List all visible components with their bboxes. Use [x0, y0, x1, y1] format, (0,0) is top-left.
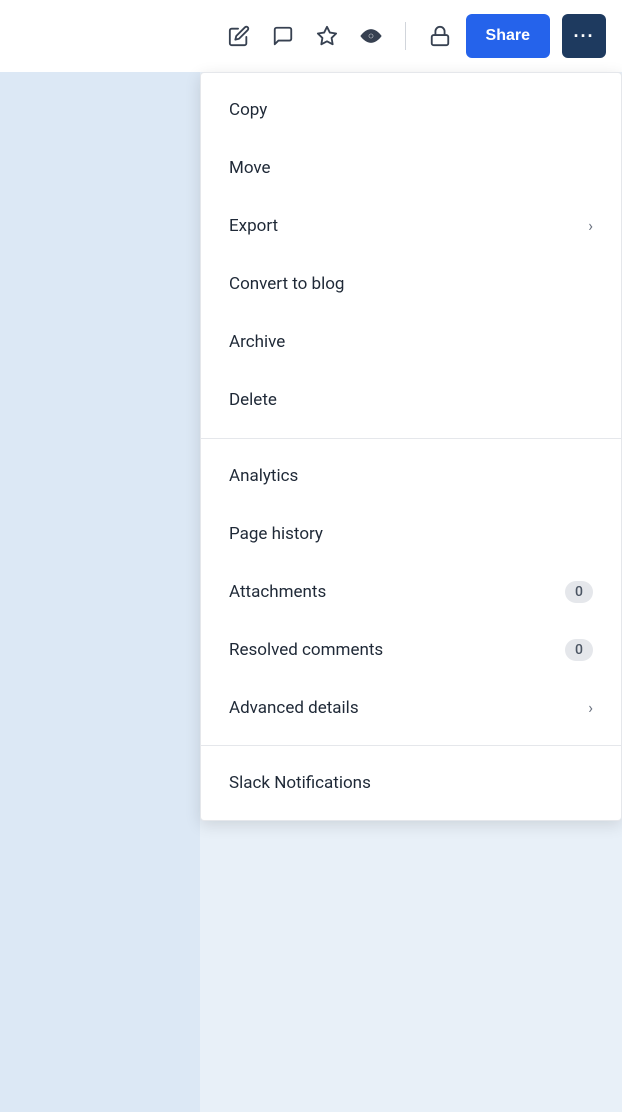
toolbar-divider — [405, 22, 406, 50]
menu-item-delete[interactable]: Delete — [201, 371, 621, 429]
export-chevron-icon: › — [588, 216, 593, 237]
toolbar: Share ··· — [0, 0, 622, 72]
menu-item-resolved-comments[interactable]: Resolved comments 0 — [201, 621, 621, 679]
menu-section-1: Copy Move Export › Convert to blog Archi… — [201, 73, 621, 438]
share-button[interactable]: Share — [466, 14, 550, 58]
dropdown-menu: Copy Move Export › Convert to blog Archi… — [200, 72, 622, 821]
menu-item-export[interactable]: Export › — [201, 197, 621, 255]
menu-item-advanced-details[interactable]: Advanced details › — [201, 679, 621, 737]
edit-icon[interactable] — [225, 22, 253, 50]
star-icon[interactable] — [313, 22, 341, 50]
lock-icon[interactable] — [426, 22, 454, 50]
menu-item-move[interactable]: Move — [201, 139, 621, 197]
watch-icon[interactable] — [357, 22, 385, 50]
advanced-details-chevron-icon: › — [588, 698, 593, 719]
menu-section-3: Slack Notifications — [201, 745, 621, 820]
more-button[interactable]: ··· — [562, 14, 606, 58]
menu-item-page-history[interactable]: Page history — [201, 505, 621, 563]
menu-item-archive[interactable]: Archive — [201, 313, 621, 371]
more-dots-label: ··· — [574, 26, 595, 47]
comment-icon[interactable] — [269, 22, 297, 50]
menu-item-analytics[interactable]: Analytics — [201, 447, 621, 505]
menu-item-attachments[interactable]: Attachments 0 — [201, 563, 621, 621]
toolbar-icons — [225, 22, 454, 50]
menu-item-slack-notifications[interactable]: Slack Notifications — [201, 754, 621, 812]
menu-section-2: Analytics Page history Attachments 0 Res… — [201, 438, 621, 746]
menu-item-convert-to-blog[interactable]: Convert to blog — [201, 255, 621, 313]
page-content-area — [0, 72, 200, 1112]
resolved-comments-badge: 0 — [565, 639, 593, 661]
attachments-badge: 0 — [565, 581, 593, 603]
menu-item-copy[interactable]: Copy — [201, 81, 621, 139]
